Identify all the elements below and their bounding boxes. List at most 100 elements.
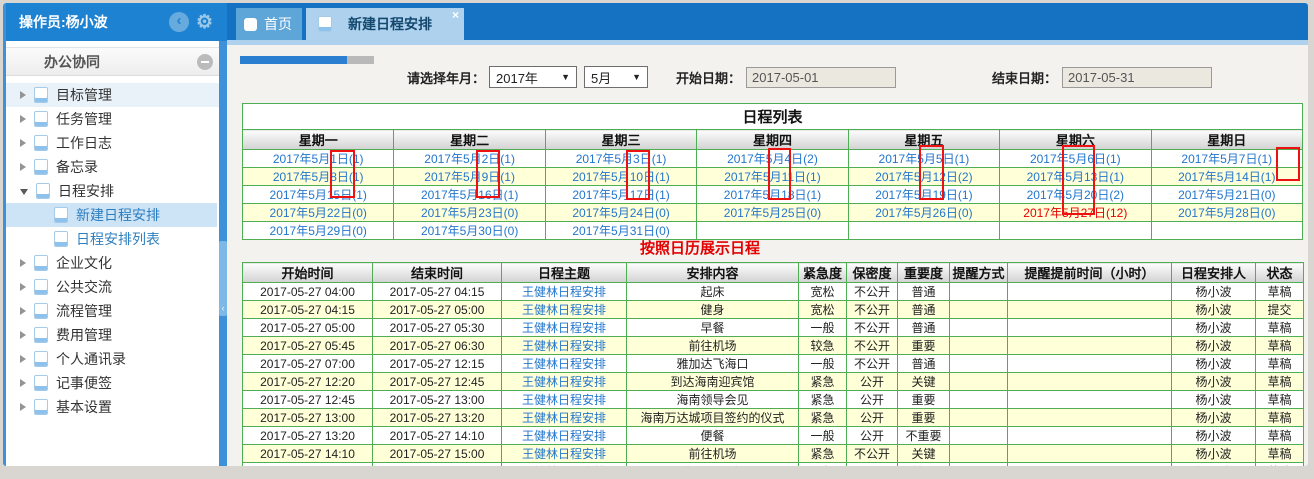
sidebar-scrollbar[interactable]: ‹ (219, 41, 227, 466)
chevron-right-icon[interactable] (20, 283, 26, 291)
calendar-cell: 2017年5月14日(1) (1151, 168, 1302, 186)
chevron-right-icon[interactable] (20, 163, 26, 171)
sidebar-item-label: 任务管理 (56, 109, 112, 129)
calendar-date-link[interactable]: 2017年5月22日(0) (270, 206, 367, 220)
sidebar-item[interactable]: 日程安排列表 (6, 227, 227, 251)
calendar-date-link[interactable]: 2017年5月11日(1) (724, 170, 821, 184)
month-select[interactable]: 5月▼ (584, 66, 648, 88)
calendar-date-link[interactable]: 2017年5月10日(1) (572, 170, 669, 184)
chevron-right-icon[interactable] (20, 139, 26, 147)
calendar-date-link[interactable]: 2017年5月18日(1) (724, 188, 821, 202)
calendar-date-link[interactable]: 2017年5月13日(1) (1027, 170, 1124, 184)
calendar-date-link[interactable]: 2017年5月12日(2) (875, 170, 972, 184)
sidebar-item[interactable]: 流程管理 (6, 299, 227, 323)
schedule-cell (1008, 355, 1172, 373)
sidebar-item[interactable]: 任务管理 (6, 107, 227, 131)
sidebar-item[interactable]: 新建日程安排 (6, 203, 217, 227)
schedule-cell: 草稿 (1256, 409, 1304, 427)
schedule-subject-link[interactable]: 王健林日程安排 (522, 375, 606, 389)
end-date-input[interactable] (1062, 67, 1212, 88)
sidebar-item[interactable]: 个人通讯录 (6, 347, 227, 371)
calendar-date-link[interactable]: 2017年5月30日(0) (421, 224, 518, 238)
calendar-date-link[interactable]: 2017年5月7日(1) (1181, 152, 1272, 166)
calendar-date-link[interactable]: 2017年5月8日(1) (273, 170, 364, 184)
calendar-date-link[interactable]: 2017年5月23日(0) (421, 206, 518, 220)
year-select[interactable]: 2017年▼ (489, 66, 577, 88)
sidebar-item-label: 日程安排列表 (76, 229, 160, 249)
chevron-right-icon[interactable] (20, 259, 26, 267)
sidebar-item[interactable]: 费用管理 (6, 323, 227, 347)
document-icon (34, 135, 48, 151)
chevron-right-icon[interactable] (20, 307, 26, 315)
schedule-cell: 不公开 (847, 319, 898, 337)
chevron-right-icon[interactable] (20, 379, 26, 387)
calendar-date-link[interactable]: 2017年5月25日(0) (724, 206, 821, 220)
schedule-subject-link[interactable]: 王健林日程安排 (522, 447, 606, 461)
sidebar-item[interactable]: 记事便签 (6, 371, 227, 395)
calendar-date-link[interactable]: 2017年5月6日(1) (1030, 152, 1121, 166)
calendar-date-link[interactable]: 2017年5月3日(1) (576, 152, 667, 166)
calendar-date-link[interactable]: 2017年5月29日(0) (270, 224, 367, 238)
calendar-date-link[interactable]: 2017年5月20日(2) (1027, 188, 1124, 202)
calendar-date-link[interactable]: 2017年5月14日(1) (1178, 170, 1275, 184)
schedule-subject-link[interactable]: 王健林日程安排 (522, 411, 606, 425)
schedule-cell: 王健林日程安排 (502, 391, 627, 409)
collapse-minus-icon[interactable] (197, 54, 213, 70)
calendar-date-link[interactable]: 2017年5月2日(1) (424, 152, 515, 166)
chevron-right-icon[interactable] (20, 91, 26, 99)
calendar-date-link[interactable]: 2017年5月4日(2) (727, 152, 818, 166)
horizontal-scrollbar[interactable] (240, 56, 374, 64)
chevron-right-icon[interactable] (20, 403, 26, 411)
scrollbar-thumb[interactable] (240, 56, 347, 64)
sidebar-item[interactable]: 公共交流 (6, 275, 227, 299)
calendar-date-link[interactable]: 2017年5月26日(0) (875, 206, 972, 220)
calendar-cell (848, 222, 999, 240)
schedule-cell: 关键 (898, 373, 950, 391)
schedule-subject-link[interactable]: 王健林日程安排 (522, 393, 606, 407)
chevron-right-icon[interactable] (20, 331, 26, 339)
schedule-subject-link[interactable]: 王健林日程安排 (522, 285, 606, 299)
calendar-date-link[interactable]: 2017年5月17日(1) (572, 188, 669, 202)
chevron-down-icon[interactable] (20, 189, 28, 195)
schedule-subject-link[interactable]: 王健林日程安排 (522, 303, 606, 317)
sidebar-item[interactable]: 基本设置 (6, 395, 227, 419)
calendar-date-link[interactable]: 2017年5月27日(12) (1023, 206, 1127, 220)
calendar-date-link[interactable]: 2017年5月1日(1) (273, 152, 364, 166)
weekday-header: 星期一 (243, 130, 394, 150)
sidebar-item[interactable]: 备忘录 (6, 155, 227, 179)
calendar-date-link[interactable]: 2017年5月5日(1) (879, 152, 970, 166)
schedule-cell: 王健林日程安排 (502, 445, 627, 463)
chevron-right-icon[interactable] (20, 355, 26, 363)
calendar-date-link[interactable]: 2017年5月16日(1) (421, 188, 518, 202)
gear-icon[interactable]: ⚙ (196, 13, 213, 32)
calendar-date-link[interactable]: 2017年5月9日(1) (424, 170, 515, 184)
sidebar-item[interactable]: 工作日志 (6, 131, 227, 155)
close-tab-icon[interactable]: × (452, 8, 459, 22)
tab-home[interactable]: 首页 (236, 8, 302, 40)
sidebar-item[interactable]: 目标管理 (6, 83, 227, 107)
sidebar-scrollbar-thumb[interactable]: ‹ (219, 241, 227, 316)
collapse-back-icon[interactable]: ‹ (169, 12, 189, 32)
sidebar-item[interactable]: 日程安排 (6, 179, 227, 203)
schedule-subject-link[interactable]: 王健林日程安排 (522, 357, 606, 371)
schedule-subject-link[interactable]: 王健林日程安排 (522, 429, 606, 443)
chevron-right-icon[interactable] (20, 115, 26, 123)
calendar-date-link[interactable]: 2017年5月21日(0) (1178, 188, 1275, 202)
start-date-input[interactable] (746, 67, 896, 88)
calendar-date-link[interactable]: 2017年5月24日(0) (572, 206, 669, 220)
schedule-subject-link[interactable]: 王健林日程安排 (522, 465, 606, 466)
schedule-subject-link[interactable]: 王健林日程安排 (522, 321, 606, 335)
calendar-date-link[interactable]: 2017年5月19日(1) (875, 188, 972, 202)
sidebar-item[interactable]: 企业文化 (6, 251, 227, 275)
tab-new-schedule[interactable]: 新建日程安排 × (306, 8, 464, 40)
calendar-date-link[interactable]: 2017年5月31日(0) (572, 224, 669, 238)
sidebar-section-header[interactable]: 办公协同 (6, 47, 227, 76)
scrollbar-track[interactable] (347, 56, 374, 64)
calendar-cell: 2017年5月22日(0) (243, 204, 394, 222)
tab-home-label: 首页 (264, 14, 292, 34)
schedule-subject-link[interactable]: 王健林日程安排 (522, 339, 606, 353)
document-icon (34, 327, 48, 343)
calendar-date-link[interactable]: 2017年5月28日(0) (1178, 206, 1275, 220)
calendar-date-link[interactable]: 2017年5月15日(1) (270, 188, 367, 202)
sidebar-item-label: 流程管理 (56, 301, 112, 321)
